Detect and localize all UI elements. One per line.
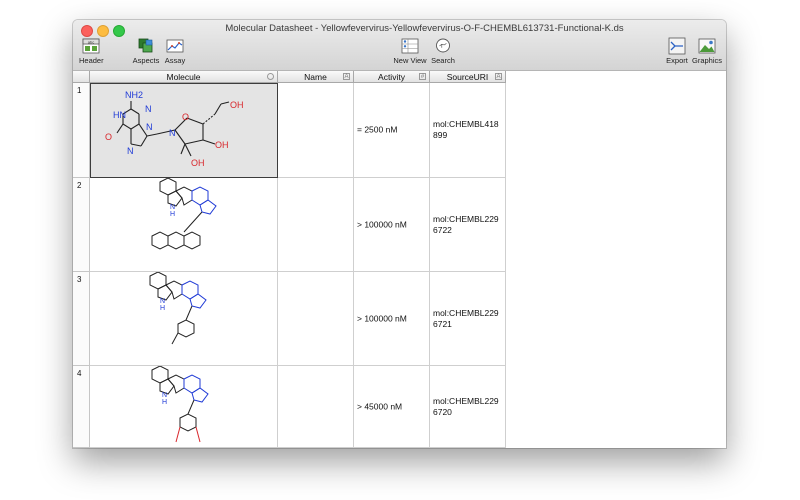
hydroxyl-label-1: OH [230, 100, 244, 110]
column-header-source-label: SourceURI [446, 72, 489, 82]
row-number[interactable]: 1 [73, 83, 90, 178]
activity-value: = 2500 nM [357, 124, 398, 135]
assay-icon [166, 39, 184, 53]
nitrogen-label-2: N [146, 122, 153, 132]
graphics-icon [698, 38, 716, 54]
column-header-molecule[interactable]: Molecule [90, 71, 278, 83]
hydroxyl-label-2: OH [215, 140, 229, 150]
search-label: Search [431, 56, 455, 65]
row-number[interactable]: 3 [73, 272, 90, 366]
new-view-button[interactable]: New View [393, 37, 427, 65]
source-sort-icon[interactable]: A [495, 73, 502, 80]
header-icon: abc [82, 38, 100, 54]
aspects-label: Aspects [132, 56, 160, 65]
search-icon [436, 38, 450, 53]
molecule-cell[interactable]: N H [90, 177, 278, 272]
source-cell[interactable]: mol:CHEMBL2296721 [430, 272, 506, 366]
name-sort-icon[interactable]: A [343, 73, 350, 80]
nh-label: N [162, 392, 167, 399]
activity-cell[interactable]: > 100000 nM [354, 178, 430, 272]
nh-label: N [160, 298, 165, 305]
molecule-structure: NH2 N HN O N N N O OH OH OH [105, 90, 244, 168]
aspects-button[interactable]: Aspects [131, 37, 161, 65]
source-value: mol:CHEMBL418899 [433, 119, 499, 140]
nitrogen-label-3: N [127, 146, 134, 156]
name-cell[interactable] [278, 272, 354, 366]
activity-sort-icon[interactable]: # [419, 73, 426, 80]
new-view-label: New View [393, 56, 427, 65]
source-cell[interactable]: mol:CHEMBL2296720 [430, 366, 506, 448]
carbonyl-oxygen-label: O [105, 132, 112, 142]
activity-cell[interactable]: = 2500 nM [354, 83, 430, 178]
search-button[interactable]: Search [429, 37, 457, 65]
title-bar: Molecular Datasheet - Yellowfevervirus-Y… [73, 20, 726, 71]
molecule-structure: N H [151, 177, 217, 250]
hydroxyl-label-3: OH [191, 158, 205, 168]
export-label: Export [666, 56, 688, 65]
name-cell[interactable] [278, 366, 354, 448]
column-header-activity-label: Activity [378, 72, 405, 82]
assay-button[interactable]: Assay [162, 37, 188, 65]
activity-value: > 100000 nM [357, 219, 407, 229]
name-cell[interactable] [278, 178, 354, 272]
close-window-button[interactable] [81, 25, 93, 37]
column-header-name-label: Name [304, 72, 327, 82]
column-header-name[interactable]: Name A [278, 71, 354, 83]
molecule-sort-icon[interactable] [267, 73, 274, 80]
datasheet-window: Molecular Datasheet - Yellowfevervirus-Y… [73, 20, 726, 448]
svg-text:abc: abc [88, 39, 94, 44]
column-header-activity[interactable]: Activity # [354, 71, 430, 83]
molecule-cell[interactable]: NH2 N HN O N N N O OH OH OH [90, 83, 278, 178]
export-icon [668, 37, 686, 55]
amine-label: NH2 [125, 90, 143, 100]
nitrogen-label: N [145, 104, 152, 114]
assay-label: Assay [164, 56, 186, 65]
nh-label: N [170, 204, 175, 211]
header-label: Header [79, 56, 104, 65]
h-label: H [170, 211, 175, 218]
minimize-window-button[interactable] [97, 25, 109, 37]
activity-value: > 100000 nM [357, 313, 407, 323]
name-cell[interactable] [278, 83, 354, 178]
new-view-icon [401, 38, 419, 54]
source-value: mol:CHEMBL2296720 [433, 395, 499, 417]
zoom-window-button[interactable] [113, 25, 125, 37]
source-value: mol:CHEMBL2296721 [433, 307, 499, 329]
header-button[interactable]: abc Header [79, 37, 104, 65]
activity-cell[interactable]: > 45000 nM [354, 366, 430, 448]
h-label: H [160, 305, 165, 312]
source-cell[interactable]: mol:CHEMBL2296722 [430, 178, 506, 272]
nitrogen-label-4: N [169, 128, 176, 138]
h-label: H [162, 399, 167, 406]
molecule-cell[interactable]: N H [90, 271, 278, 366]
window-title: Molecular Datasheet - Yellowfevervirus-Y… [225, 23, 624, 34]
source-value: mol:CHEMBL2296722 [433, 213, 499, 235]
corner-header [73, 71, 90, 83]
graphics-label: Graphics [691, 56, 722, 65]
imine-label: HN [113, 110, 126, 120]
molecule-structure: N H [149, 271, 207, 345]
source-cell[interactable]: mol:CHEMBL418899 [430, 83, 506, 178]
export-button[interactable]: Export [664, 37, 690, 65]
column-header-molecule-label: Molecule [166, 72, 201, 82]
molecule-structure: N H [151, 365, 209, 443]
graphics-button[interactable]: Graphics [691, 37, 723, 65]
row-number[interactable]: 4 [73, 366, 90, 448]
column-header-source[interactable]: SourceURI A [430, 71, 506, 83]
aspects-icon [138, 38, 153, 53]
activity-cell[interactable]: > 100000 nM [354, 272, 430, 366]
activity-value: > 45000 nM [357, 401, 403, 411]
row-number[interactable]: 2 [73, 178, 90, 272]
ring-oxygen-label: O [182, 112, 189, 122]
molecule-cell[interactable]: N H [90, 365, 278, 448]
